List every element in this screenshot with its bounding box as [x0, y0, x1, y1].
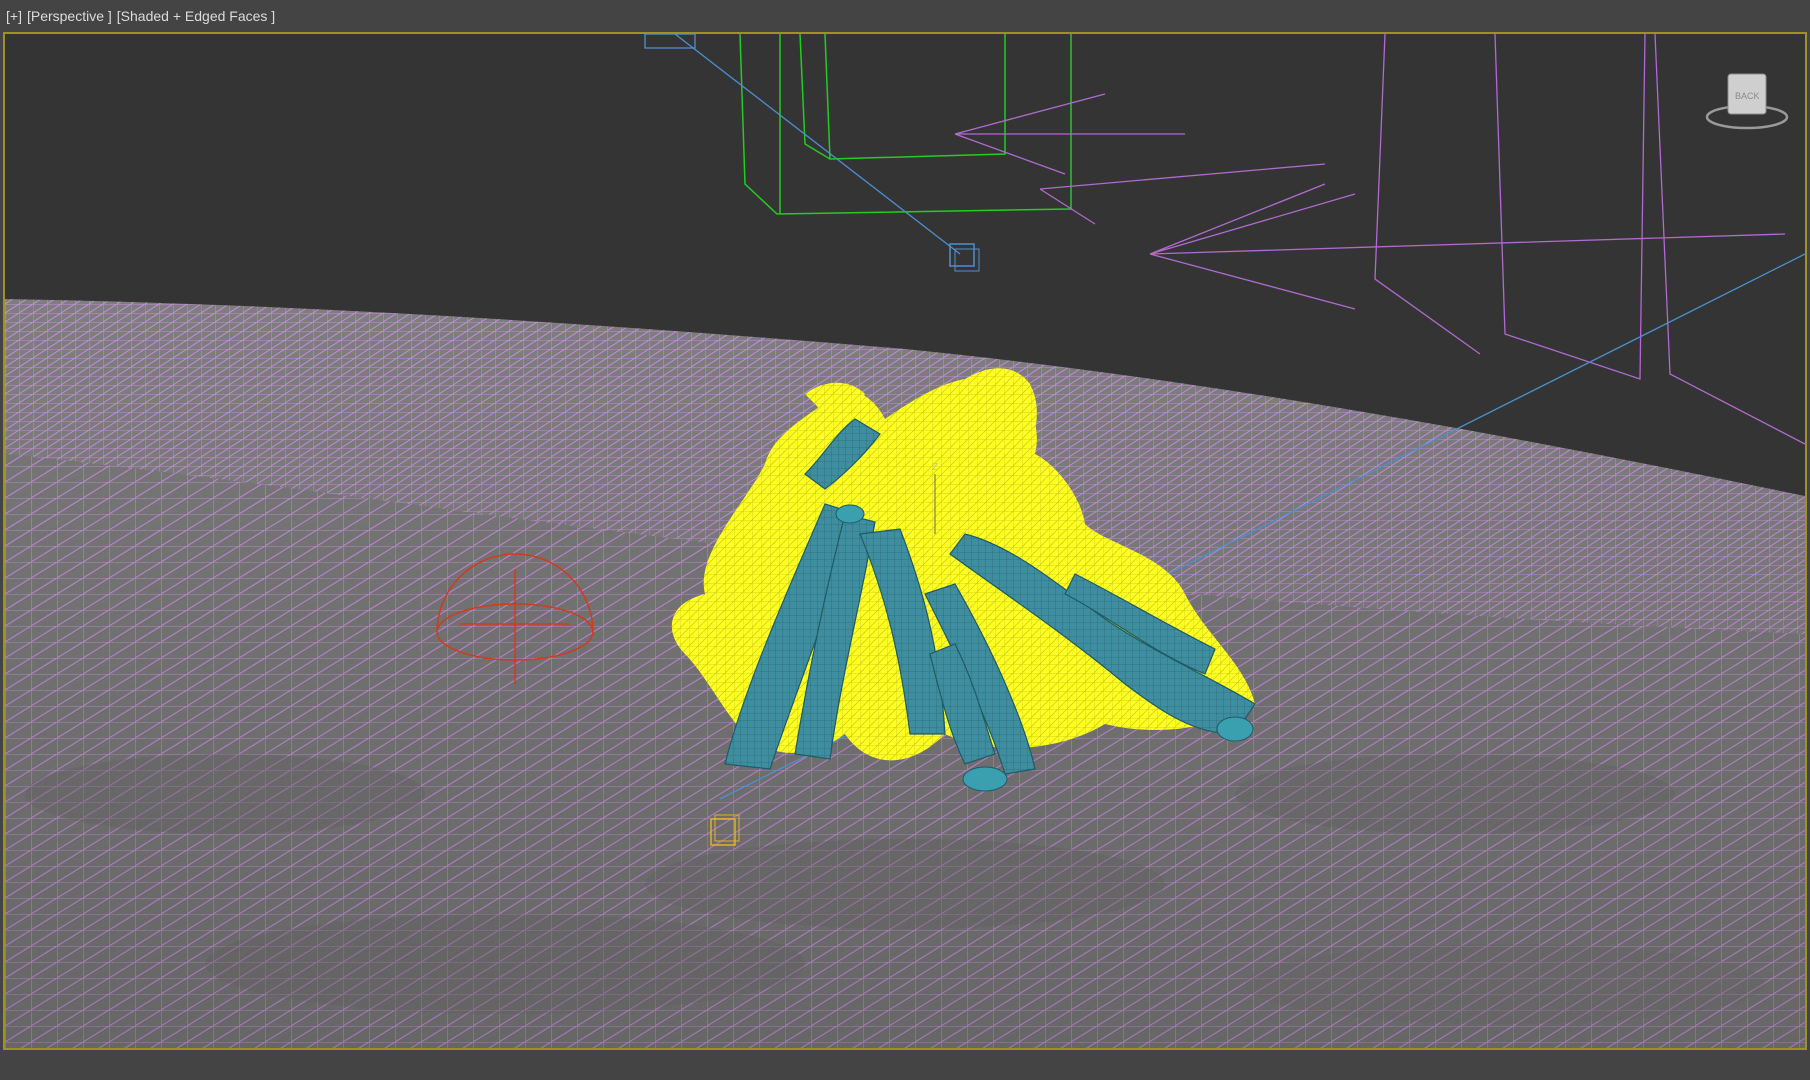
scene-canvas[interactable]: Z BACK — [5, 34, 1805, 1048]
viewport-view-menu[interactable]: [Perspective ] — [27, 8, 112, 24]
viewport-label-bar: [+] [Perspective ] [Shaded + Edged Faces… — [0, 0, 1810, 32]
viewport-general-menu[interactable]: [+] — [6, 8, 22, 24]
viewport-bottom-bar — [0, 1050, 1810, 1080]
viewcube-face-label: BACK — [1735, 91, 1760, 101]
max-viewport-window: [+] [Perspective ] [Shaded + Edged Faces… — [0, 0, 1810, 1080]
viewport-shading-menu[interactable]: [Shaded + Edged Faces ] — [117, 8, 275, 24]
perspective-viewport[interactable]: Z BACK — [3, 32, 1807, 1050]
gizmo-z-axis-label: Z — [932, 462, 938, 473]
